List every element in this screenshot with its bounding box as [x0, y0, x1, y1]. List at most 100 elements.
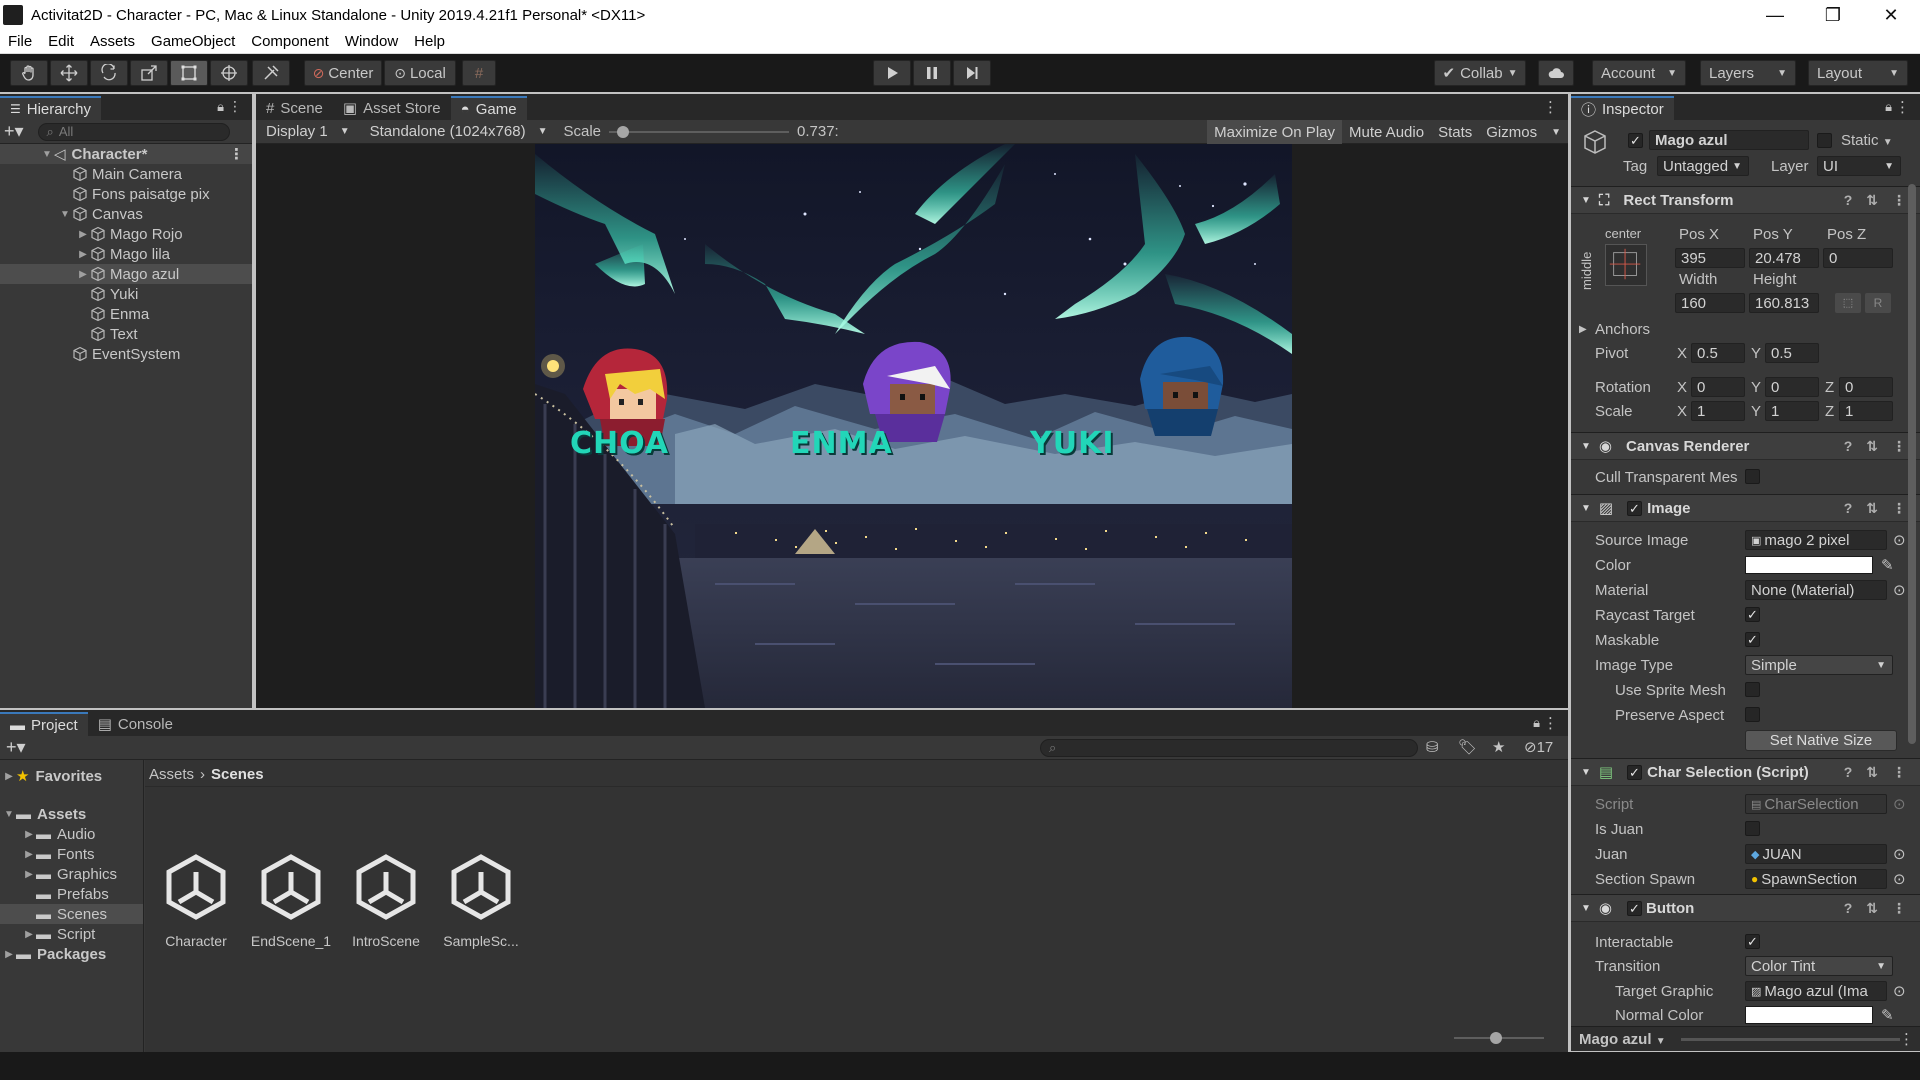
hierarchy-item[interactable]: ▶ Mago azul [0, 264, 252, 284]
scene-asset[interactable]: IntroScene [341, 852, 431, 949]
rotate-tool-button[interactable] [90, 60, 128, 86]
menu-assets[interactable]: Assets [82, 33, 143, 50]
hierarchy-item[interactable]: ▶ Mago lila [0, 244, 252, 264]
pos-y-field[interactable]: 20.478 [1749, 248, 1819, 268]
menu-edit[interactable]: Edit [40, 33, 82, 50]
custom-tool-button[interactable] [252, 60, 290, 86]
kebab-menu-icon[interactable]: ⋮ [229, 145, 244, 163]
pivot-rotation-toggle[interactable]: ⊙ Local [384, 60, 456, 86]
preset-icon[interactable]: ⇅ [1866, 500, 1878, 517]
preset-icon[interactable]: ⇅ [1866, 900, 1878, 917]
help-icon[interactable]: ? [1844, 500, 1853, 517]
scene-asset[interactable]: Character [151, 852, 241, 949]
rotation-x-field[interactable]: 0 [1691, 377, 1745, 397]
set-native-size-button[interactable]: Set Native Size [1745, 730, 1897, 751]
raycast-target-checkbox[interactable]: ✓ [1745, 607, 1760, 622]
hierarchy-item[interactable]: Yuki [0, 284, 252, 304]
game-screen[interactable]: CHOA ENMA YUKI [535, 144, 1292, 708]
icon-size-handle[interactable] [1490, 1032, 1502, 1044]
hierarchy-item[interactable]: Enma [0, 304, 252, 324]
kebab-menu-icon[interactable]: ⋮ [1892, 438, 1906, 455]
favorite-star-icon[interactable]: ★ [1492, 738, 1505, 756]
hierarchy-item[interactable]: Fons paisatge pix [0, 184, 252, 204]
scene-asset[interactable]: SampleSc... [436, 852, 526, 949]
pos-z-field[interactable]: 0 [1823, 248, 1893, 268]
kebab-menu-icon[interactable]: ⋮ [1892, 764, 1906, 781]
preview-object-dropdown[interactable]: Mago azul ▼ [1579, 1031, 1666, 1048]
tab-asset-store[interactable]: ▣ Asset Store [333, 96, 451, 120]
rect-tool-button[interactable] [170, 60, 208, 86]
character-yuki[interactable] [1140, 336, 1224, 436]
pivot-x-field[interactable]: 0.5 [1691, 343, 1745, 363]
tab-scene[interactable]: # Scene [256, 96, 333, 120]
step-button[interactable] [953, 60, 991, 86]
menu-window[interactable]: Window [337, 33, 406, 50]
normal-color-field[interactable] [1745, 1006, 1873, 1024]
static-dropdown[interactable]: Static ▼ [1841, 132, 1893, 149]
maximize-button[interactable]: ❐ [1804, 0, 1862, 30]
blueprint-mode-button[interactable]: ⬚ [1835, 293, 1861, 313]
interactable-checkbox[interactable]: ✓ [1745, 934, 1760, 949]
resolution-dropdown[interactable]: Standalone (1024x768) ▼ [360, 123, 558, 140]
anchors-foldout[interactable]: ▶ Anchors [1571, 318, 1920, 340]
object-picker-icon[interactable]: ⊙ [1893, 982, 1906, 1000]
assets-root-row[interactable]: ▼ ▬ Assets [0, 804, 143, 824]
active-checkbox[interactable]: ✓ [1628, 133, 1643, 148]
char-selection-enabled-checkbox[interactable]: ✓ [1627, 765, 1642, 780]
folder-item[interactable]: ▶ ▬ Fonts [0, 844, 143, 864]
juan-field[interactable]: ◆ JUAN [1745, 844, 1887, 864]
section-spawn-field[interactable]: ● SpawnSection [1745, 869, 1887, 889]
kebab-menu-icon[interactable]: ⋮ [1899, 1030, 1914, 1048]
raw-edit-button[interactable]: R [1865, 293, 1891, 313]
move-tool-button[interactable] [50, 60, 88, 86]
play-button[interactable] [873, 60, 911, 86]
expand-arrow-icon[interactable]: ▶ [22, 869, 36, 880]
height-field[interactable]: 160.813 [1749, 293, 1819, 313]
menu-help[interactable]: Help [406, 33, 453, 50]
create-button[interactable]: +▾ [6, 737, 26, 758]
hand-tool-button[interactable] [10, 60, 48, 86]
help-icon[interactable]: ? [1844, 764, 1853, 781]
collab-dropdown[interactable]: ✔ Collab ▼ [1434, 60, 1526, 86]
expand-arrow-icon[interactable]: ▶ [22, 929, 36, 940]
scale-tool-button[interactable] [130, 60, 168, 86]
image-header[interactable]: ▼ ▨ ✓ Image ? ⇅ ⋮ [1571, 494, 1920, 522]
inspector-scroll-thumb[interactable] [1908, 184, 1916, 744]
width-field[interactable]: 160 [1675, 293, 1745, 313]
folder-item[interactable]: ▶ ▬ Audio [0, 824, 143, 844]
help-icon[interactable]: ? [1844, 192, 1853, 209]
search-by-type-icon[interactable]: ⛁ [1426, 738, 1439, 756]
preset-icon[interactable]: ⇅ [1866, 764, 1878, 781]
material-field[interactable]: None (Material) [1745, 580, 1887, 600]
kebab-menu-icon[interactable]: ⋮ [1892, 900, 1906, 917]
is-juan-checkbox[interactable] [1745, 821, 1760, 836]
grid-snap-button[interactable]: # [462, 60, 496, 86]
layout-dropdown[interactable]: Layout ▼ [1808, 60, 1908, 86]
stats-toggle[interactable]: Stats [1431, 120, 1479, 144]
menu-component[interactable]: Component [243, 33, 337, 50]
pos-x-field[interactable]: 395 [1675, 248, 1745, 268]
rotation-z-field[interactable]: 0 [1839, 377, 1893, 397]
kebab-menu-icon[interactable]: ⋮ [1543, 714, 1558, 732]
layer-dropdown[interactable]: UI ▼ [1817, 156, 1901, 176]
maskable-checkbox[interactable]: ✓ [1745, 632, 1760, 647]
folder-item[interactable]: ▶ ▬ Script [0, 924, 143, 944]
project-search-input[interactable]: ⌕ [1040, 739, 1418, 757]
tab-hierarchy[interactable]: ☰ Hierarchy [0, 96, 101, 120]
breadcrumb-scenes[interactable]: Scenes [211, 766, 264, 783]
preset-icon[interactable]: ⇅ [1866, 438, 1878, 455]
expand-arrow-icon[interactable]: ▼ [58, 209, 72, 220]
rect-transform-header[interactable]: ▼ ⛶ Rect Transform ? ⇅ ⋮ [1571, 186, 1920, 214]
scene-asset[interactable]: EndScene_1 [246, 852, 336, 949]
icon-size-slider[interactable] [1454, 1032, 1544, 1044]
menu-file[interactable]: File [0, 33, 40, 50]
pivot-y-field[interactable]: 0.5 [1765, 343, 1819, 363]
scale-y-field[interactable]: 1 [1765, 401, 1819, 421]
kebab-menu-icon[interactable]: ⋮ [1895, 98, 1910, 116]
use-sprite-mesh-checkbox[interactable] [1745, 682, 1760, 697]
gizmos-dropdown-arrow[interactable]: ▼ [1544, 120, 1568, 144]
packages-row[interactable]: ▶ ▬ Packages [0, 944, 143, 964]
help-icon[interactable]: ? [1844, 900, 1853, 917]
mute-audio-toggle[interactable]: Mute Audio [1342, 120, 1431, 144]
canvas-renderer-header[interactable]: ▼ ◉ Canvas Renderer ? ⇅ ⋮ [1571, 432, 1920, 460]
